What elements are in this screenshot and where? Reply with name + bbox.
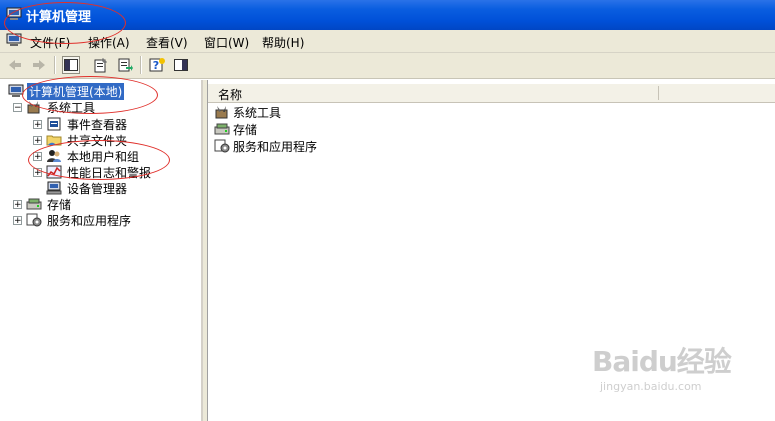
title-bar: 计算机管理 <box>0 0 775 30</box>
toolbar: ? <box>0 53 775 79</box>
services-icon <box>26 213 42 227</box>
list-item[interactable]: 系统工具 <box>214 104 281 120</box>
expand-icon[interactable]: + <box>33 151 42 161</box>
system-menu-icon[interactable] <box>6 33 22 47</box>
tree-item-root[interactable]: 计算机管理(本地) <box>8 82 125 100</box>
tree-label: 本地用户和组 <box>67 149 140 164</box>
expand-icon[interactable]: + <box>33 167 42 177</box>
baidu-watermark: Baidu经验 jingyan.baidu.com <box>592 340 732 393</box>
tools-icon <box>215 106 228 119</box>
tree-label: 设备管理器 <box>67 181 128 196</box>
tree-item-event-viewer[interactable]: + 事件查看器 <box>33 116 129 132</box>
expand-icon[interactable]: + <box>33 119 42 129</box>
menu-file[interactable]: 文件(F) <box>30 34 70 51</box>
show-hide-action-pane-icon[interactable] <box>172 56 190 74</box>
tree-item-storage[interactable]: + 存储 <box>13 196 73 212</box>
device-manager-icon <box>46 181 62 195</box>
list-item[interactable]: 服务和应用程序 <box>214 138 317 154</box>
tree-label: 系统工具 <box>47 100 96 115</box>
collapse-icon[interactable]: − <box>13 102 22 112</box>
tree-label: 事件查看器 <box>67 117 128 132</box>
menu-help[interactable]: 帮助(H) <box>262 34 304 51</box>
users-icon <box>47 150 61 162</box>
computer-icon <box>8 84 24 97</box>
tree-label: 性能日志和警报 <box>67 165 152 180</box>
help-icon[interactable]: ? <box>148 56 166 74</box>
export-list-icon[interactable] <box>116 56 134 74</box>
back-icon[interactable] <box>6 56 24 74</box>
menu-action[interactable]: 操作(A) <box>88 34 130 51</box>
svg-text:?: ? <box>153 59 159 72</box>
toolbar-separator <box>140 56 142 74</box>
expand-icon[interactable]: + <box>33 135 42 145</box>
shared-folder-icon <box>46 135 62 146</box>
list-item[interactable]: 存储 <box>214 121 257 137</box>
list-item-label: 服务和应用程序 <box>233 139 318 154</box>
tree-label: 服务和应用程序 <box>47 213 132 228</box>
tree-item-services[interactable]: + 服务和应用程序 <box>13 212 133 228</box>
forward-icon[interactable] <box>30 56 48 74</box>
tools-icon <box>27 101 40 114</box>
tree-label: 存储 <box>47 197 72 212</box>
expand-icon[interactable]: + <box>13 199 22 209</box>
storage-icon <box>26 198 42 210</box>
tree-item-shared-folders[interactable]: + 共享文件夹 <box>33 132 129 148</box>
toolbar-separator <box>54 56 56 74</box>
menu-view[interactable]: 查看(V) <box>146 34 188 51</box>
window-title: 计算机管理 <box>26 10 92 25</box>
menu-bar: 文件(F) 操作(A) 查看(V) 窗口(W) 帮助(H) <box>0 30 775 53</box>
tree-label: 共享文件夹 <box>67 133 128 148</box>
expand-icon[interactable]: + <box>13 215 22 225</box>
tree-item-system-tools[interactable]: − 系统工具 <box>13 99 97 115</box>
console-tree: 计算机管理(本地) − 系统工具 + 事件查看器 + 共享文件夹 + 本地用户和… <box>0 80 203 421</box>
list-item-label: 存储 <box>233 122 258 137</box>
tree-item-local-users[interactable]: + 本地用户和组 <box>33 148 141 164</box>
column-divider[interactable] <box>658 86 659 100</box>
column-header-label: 名称 <box>218 88 243 102</box>
menu-window[interactable]: 窗口(W) <box>204 34 249 51</box>
properties-icon[interactable] <box>92 56 110 74</box>
tree-item-perf-logs[interactable]: + 性能日志和警报 <box>33 164 153 180</box>
storage-icon <box>214 123 230 135</box>
event-viewer-icon <box>47 117 61 131</box>
tree-label: 计算机管理(本地) <box>27 82 125 100</box>
show-hide-tree-icon[interactable] <box>62 56 80 74</box>
column-header-name[interactable]: 名称 <box>208 84 775 103</box>
list-item-label: 系统工具 <box>233 105 282 120</box>
watermark-brand: Baidu经验 <box>592 345 732 378</box>
computer-management-icon <box>6 7 22 20</box>
services-icon <box>214 139 230 153</box>
performance-logs-icon <box>46 165 62 179</box>
tree-item-device-manager[interactable]: 设备管理器 <box>46 180 129 196</box>
watermark-url: jingyan.baidu.com <box>600 380 702 393</box>
